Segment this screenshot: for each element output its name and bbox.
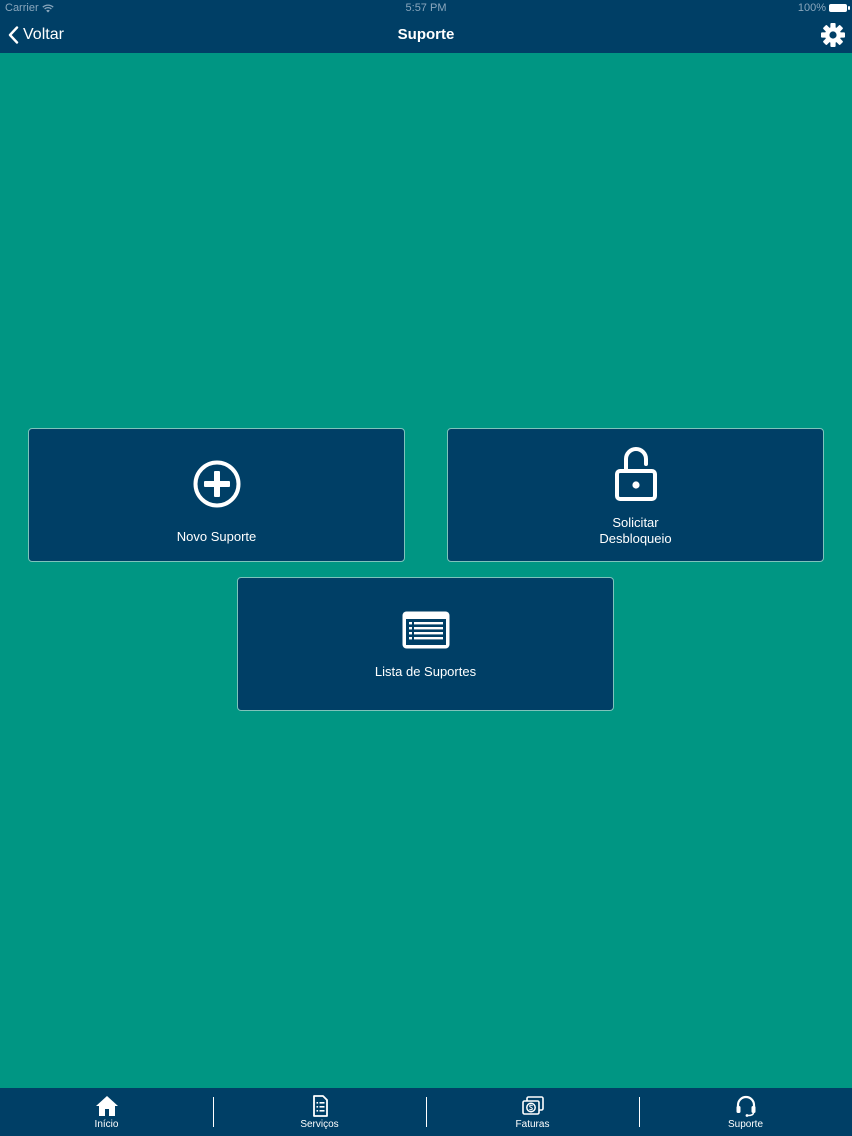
status-time: 5:57 PM — [405, 2, 447, 14]
lista-de-suportes-label: Lista de Suportes — [374, 664, 477, 679]
status-battery: 100% — [797, 2, 850, 14]
tab-bar: Início Serviços Faturas Suporte — [0, 1088, 852, 1136]
tab-suporte-label: Suporte — [727, 1119, 764, 1130]
tab-servicos[interactable]: Serviços — [213, 1088, 426, 1136]
lista-de-suportes-button[interactable]: Lista de Suportes — [237, 577, 614, 711]
tab-suporte[interactable]: Suporte — [639, 1088, 852, 1136]
plus-circle-icon — [193, 460, 240, 508]
home-icon — [95, 1096, 118, 1116]
tab-inicio[interactable]: Início — [0, 1088, 213, 1136]
gear-icon — [821, 23, 845, 47]
tab-faturas-label: Faturas — [515, 1119, 550, 1130]
navigation-bar: Voltar Suporte — [0, 16, 852, 53]
battery-percent: 100% — [797, 2, 826, 14]
list-icon — [402, 611, 449, 649]
headset-icon — [736, 1095, 755, 1117]
novo-suporte-button[interactable]: Novo Suporte — [28, 428, 405, 562]
novo-suporte-label: Novo Suporte — [176, 529, 257, 544]
solicitar-desbloqueio-button[interactable]: Solicitar Desbloqueio — [447, 428, 824, 562]
settings-button[interactable] — [820, 22, 846, 48]
invoice-icon — [521, 1096, 544, 1115]
page-title: Suporte — [397, 26, 455, 43]
tab-faturas[interactable]: Faturas — [426, 1088, 639, 1136]
unlock-icon — [614, 447, 657, 501]
solicitar-desbloqueio-label: Solicitar Desbloqueio — [599, 515, 672, 546]
document-icon — [312, 1095, 328, 1117]
battery-icon — [829, 4, 850, 12]
tab-servicos-label: Serviços — [300, 1119, 339, 1130]
status-bar: Carrier 5:57 PM 100% — [0, 0, 852, 16]
tab-inicio-label: Início — [94, 1119, 119, 1130]
